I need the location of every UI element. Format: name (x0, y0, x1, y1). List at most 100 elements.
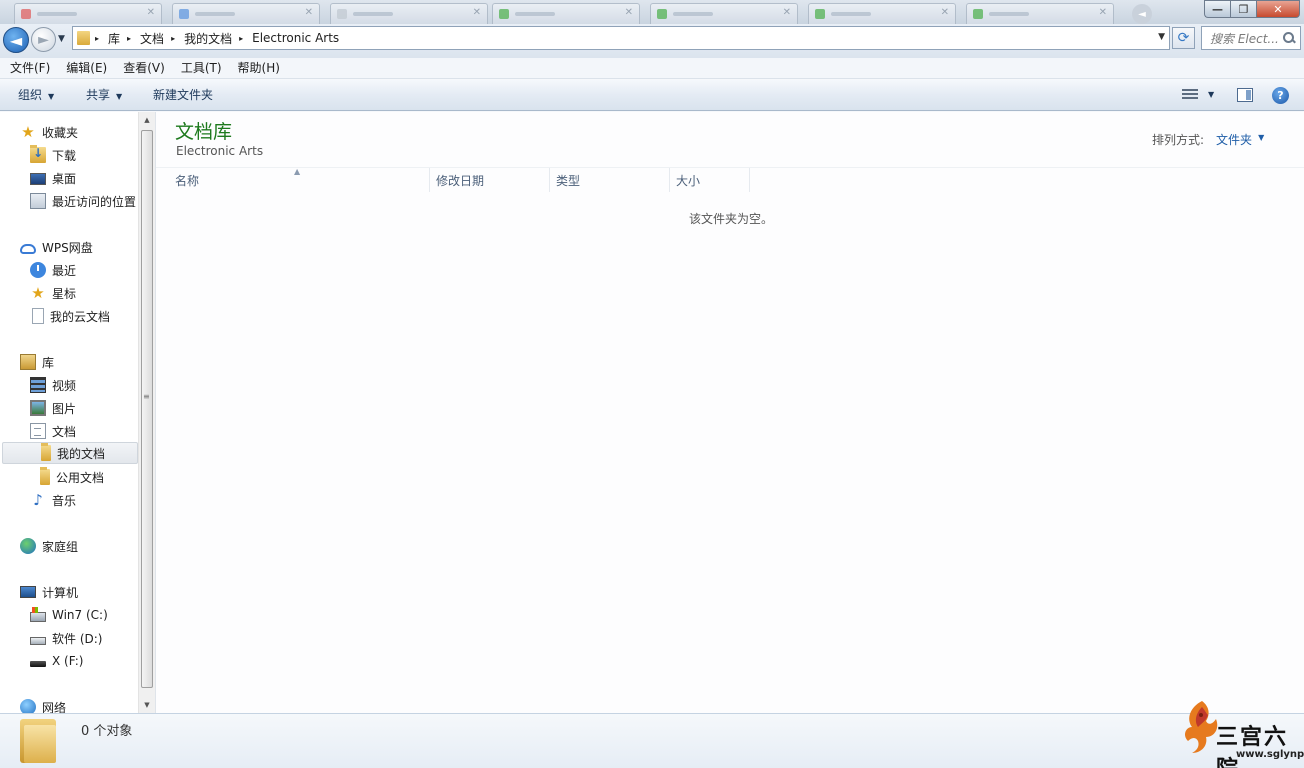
nav-favorites[interactable]: ★ 收藏夹 (20, 121, 78, 143)
address-dropdown-icon[interactable]: ▼ (1158, 32, 1165, 42)
address-bar[interactable]: ▸ 库 ▸ 文档 ▸ 我的文档 ▸ Electronic Arts ▼ (72, 26, 1170, 50)
nav-item-label: 最近 (52, 263, 77, 278)
new-folder-button[interactable]: 新建文件夹 (153, 80, 213, 111)
browser-tab-1[interactable]: ✕ (14, 3, 162, 24)
search-input[interactable]: 搜索 Elect... (1201, 26, 1301, 50)
scroll-up-icon[interactable]: ▲ (139, 112, 155, 128)
file-list-area[interactable]: 文档库 Electronic Arts 排列方式: 文件夹 ▼ 名称 修改日期 … (156, 112, 1304, 713)
nav-libraries[interactable]: 库 (20, 351, 54, 373)
breadcrumb-documents[interactable]: 文档 (140, 30, 164, 47)
menu-tools[interactable]: 工具(T) (173, 58, 230, 79)
browser-tab-4[interactable]: ✕ (492, 3, 640, 24)
watermark-name: 三宫六院 (1216, 724, 1289, 768)
library-icon (20, 354, 36, 370)
scroll-down-icon[interactable]: ▼ (139, 697, 155, 713)
nav-computer[interactable]: 计算机 (20, 581, 78, 603)
recent-places-icon (30, 193, 46, 209)
breadcrumb-my-documents[interactable]: 我的文档 (184, 30, 232, 47)
nav-item-public-documents[interactable]: 公用文档 (40, 466, 104, 488)
nav-item-drive-d[interactable]: 软件 (D:) (30, 627, 102, 649)
share-button[interactable]: 共享 ▼ (86, 80, 122, 111)
star-icon: ★ (31, 284, 45, 302)
address-row: ◄ ► ▼ ▸ 库 ▸ 文档 ▸ 我的文档 ▸ Electronic Arts … (0, 24, 1304, 58)
arrange-by-dropdown[interactable]: 文件夹 (1216, 131, 1252, 148)
column-header-size[interactable]: 大小 (670, 168, 750, 192)
nav-item-downloads[interactable]: 下载 (30, 144, 76, 166)
nav-wps-label: WPS网盘 (42, 240, 93, 255)
breadcrumb-electronic-arts[interactable]: Electronic Arts (252, 31, 339, 45)
preview-pane-icon[interactable] (1237, 88, 1253, 102)
nav-network-label: 网络 (42, 700, 67, 714)
back-button[interactable]: ◄ (3, 27, 29, 53)
help-icon[interactable]: ? (1272, 87, 1289, 104)
nav-item-drive-f[interactable]: X (F:) (30, 650, 83, 672)
watermark-url: www.sglynp.com (1236, 749, 1304, 760)
nav-item-label: 星标 (52, 286, 77, 301)
scrollbar-thumb[interactable] (141, 130, 153, 688)
column-header-type[interactable]: 类型 (550, 168, 670, 192)
browser-tab-7[interactable]: ✕ (966, 3, 1114, 24)
browser-tab-2[interactable]: ✕ (172, 3, 320, 24)
breadcrumb-separator[interactable]: ▸ (127, 34, 131, 43)
nav-item-my-documents[interactable]: 我的文档 (2, 442, 138, 464)
nav-item-wps-recent[interactable]: 最近 (30, 259, 76, 281)
desktop-icon (30, 173, 46, 185)
nav-item-desktop[interactable]: 桌面 (30, 167, 76, 189)
menu-edit[interactable]: 编辑(E) (58, 58, 115, 79)
organize-button[interactable]: 组织 ▼ (18, 80, 54, 111)
menu-help[interactable]: 帮助(H) (230, 58, 288, 79)
breadcrumb-separator[interactable]: ▸ (95, 34, 99, 43)
menu-file[interactable]: 文件(F) (2, 58, 58, 79)
nav-item-pictures[interactable]: 图片 (30, 397, 76, 419)
nav-item-music[interactable]: ♪ 音乐 (30, 489, 76, 511)
nav-wps-cloud[interactable]: WPS网盘 (20, 236, 93, 258)
nav-computer-label: 计算机 (42, 585, 79, 600)
forward-button[interactable]: ► (31, 27, 56, 52)
clock-icon (30, 262, 46, 278)
view-options-icon[interactable] (1182, 89, 1198, 101)
music-note-icon: ♪ (33, 491, 43, 509)
nav-scrollbar[interactable]: ▲ ≡ ▼ (138, 112, 155, 713)
chevron-down-icon: ▼ (48, 92, 55, 101)
nav-item-wps-starred[interactable]: ★ 星标 (30, 282, 76, 304)
nav-item-label: 音乐 (52, 493, 77, 508)
document-icon (32, 308, 44, 324)
arrange-by-label: 排列方式: (1152, 133, 1205, 147)
folder-icon (40, 467, 50, 485)
film-icon (30, 377, 46, 393)
nav-item-videos[interactable]: 视频 (30, 374, 76, 396)
column-header-modified[interactable]: 修改日期 (430, 168, 550, 192)
tab-scroll-icon[interactable]: ◄ (1132, 4, 1152, 24)
nav-libraries-label: 库 (42, 355, 55, 370)
browser-tab-5[interactable]: ✕ (650, 3, 798, 24)
nav-homegroup[interactable]: 家庭组 (20, 535, 78, 557)
nav-item-label: 下载 (52, 148, 77, 163)
browser-tab-3[interactable]: ✕ (330, 3, 488, 24)
menu-bar: 文件(F) 编辑(E) 查看(V) 工具(T) 帮助(H) (0, 58, 1304, 79)
sort-ascending-icon: ▲ (294, 167, 301, 176)
maximize-button[interactable]: ❐ (1230, 0, 1256, 18)
recent-pages-dropdown[interactable]: ▼ (58, 34, 65, 44)
minimize-button[interactable]: — (1204, 0, 1230, 18)
chevron-down-icon[interactable]: ▼ (1258, 133, 1264, 148)
network-icon (20, 699, 36, 713)
breadcrumb-separator[interactable]: ▸ (171, 34, 175, 43)
nav-favorites-label: 收藏夹 (42, 125, 79, 140)
nav-item-label: 视频 (52, 378, 77, 393)
breadcrumb-library[interactable]: 库 (108, 30, 120, 47)
view-dropdown-icon[interactable]: ▼ (1208, 90, 1214, 99)
nav-item-label: 桌面 (52, 171, 77, 186)
nav-network[interactable]: 网络 (20, 696, 66, 713)
search-icon[interactable] (1282, 31, 1296, 45)
menu-view[interactable]: 查看(V) (115, 58, 173, 79)
refresh-button[interactable]: ⟳ (1172, 27, 1195, 49)
nav-homegroup-label: 家庭组 (42, 539, 79, 554)
nav-item-wps-cloud-docs[interactable]: 我的云文档 (30, 305, 110, 327)
nav-item-recent-places[interactable]: 最近访问的位置 (30, 190, 136, 212)
nav-item-drive-c[interactable]: Win7 (C:) (30, 604, 108, 626)
close-button[interactable]: ✕ (1256, 0, 1300, 18)
browser-tab-6[interactable]: ✕ (808, 3, 956, 24)
nav-item-label: 最近访问的位置 (52, 194, 137, 209)
breadcrumb-separator[interactable]: ▸ (239, 34, 243, 43)
nav-item-documents[interactable]: 文档 (30, 420, 76, 442)
